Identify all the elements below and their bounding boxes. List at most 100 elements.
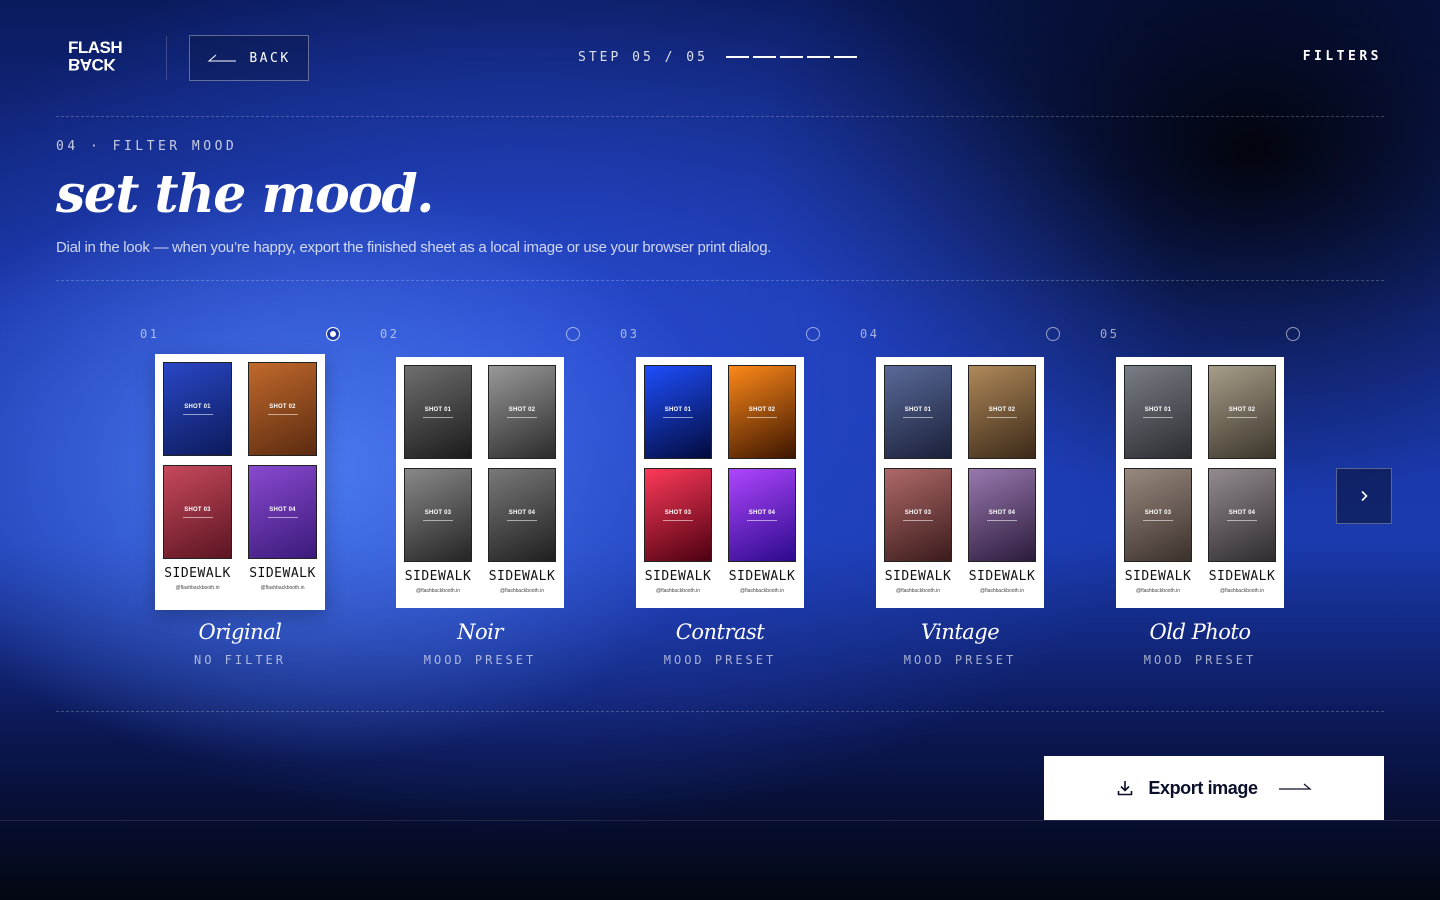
header-divider (166, 36, 167, 80)
shot-label: SHOT 03 (424, 509, 452, 516)
sheet-shot: SHOT 01 (1122, 363, 1194, 461)
sheet-handle: @flashbackbooth.in (1220, 588, 1264, 594)
sheet-grid: SHOT 01 SHOT 02 SHOT 03 SHOT 04 (642, 363, 798, 564)
export-button-label: Export image (1148, 777, 1258, 798)
sheet-footer-left: SIDEWALK @flashbackbooth.in (161, 566, 234, 591)
step-bar (725, 56, 749, 58)
shot-label: SHOT 03 (1144, 509, 1172, 516)
filter-number: 02 (380, 327, 400, 341)
shot-label: SHOT 01 (664, 406, 692, 413)
filter-number: 03 (620, 327, 640, 341)
shot-label: SHOT 04 (988, 509, 1016, 516)
shot-label: SHOT 04 (269, 506, 296, 513)
shot-label: SHOT 04 (748, 509, 776, 516)
sheet-footer-right: SIDEWALK @flashbackbooth.in (1206, 569, 1278, 594)
sheet-shot: SHOT 03 (882, 466, 954, 564)
filter-card-noir[interactable]: 02 SHOT 01 SHOT 02 SHOT 03 SHOT 04 SIDEW… (380, 320, 580, 680)
shot-label: SHOT 02 (1228, 406, 1256, 413)
carousel-next-button[interactable] (1336, 468, 1392, 524)
sheet-footer-left: SIDEWALK @flashbackbooth.in (402, 569, 474, 594)
filter-preview-sheet[interactable]: SHOT 01 SHOT 02 SHOT 03 SHOT 04 SIDEWALK… (155, 354, 325, 610)
shot-caption-line (267, 413, 298, 415)
filter-card-original[interactable]: 01 SHOT 01 SHOT 02 SHOT 03 SHOT 04 SIDEW… (140, 320, 340, 680)
sheet-brand: SIDEWALK (968, 569, 1036, 584)
sheet-shot: SHOT 02 (246, 360, 319, 458)
shot-caption-line (267, 516, 298, 518)
filter-preview-sheet[interactable]: SHOT 01 SHOT 02 SHOT 03 SHOT 04 SIDEWALK… (1116, 357, 1284, 608)
filter-radio[interactable] (806, 327, 820, 341)
sheet-brand: SIDEWALK (884, 569, 952, 584)
sheet-footer: SIDEWALK @flashbackbooth.in SIDEWALK @fl… (402, 569, 558, 594)
shot-caption-line (1143, 416, 1173, 418)
sheet-grid: SHOT 01 SHOT 02 SHOT 03 SHOT 04 (402, 363, 558, 564)
divider-top (56, 116, 1384, 117)
filter-preview-sheet[interactable]: SHOT 01 SHOT 02 SHOT 03 SHOT 04 SIDEWALK… (396, 357, 564, 608)
filter-name: Vintage (920, 620, 1000, 644)
step-bar (833, 56, 857, 58)
sheet-brand: SIDEWALK (404, 569, 472, 584)
sheet-brand: SIDEWALK (164, 566, 231, 581)
shot-label: SHOT 04 (508, 509, 536, 516)
back-button[interactable]: BACK (189, 35, 309, 81)
filter-card-vintage[interactable]: 04 SHOT 01 SHOT 02 SHOT 03 SHOT 04 SIDEW… (860, 320, 1060, 680)
filter-subtitle: MOOD PRESET (903, 653, 1017, 667)
shot-caption-line (423, 416, 453, 418)
sheet-handle: @flashbackbooth.in (500, 588, 544, 594)
sheet-footer-left: SIDEWALK @flashbackbooth.in (882, 569, 954, 594)
filter-preview-sheet[interactable]: SHOT 01 SHOT 02 SHOT 03 SHOT 04 SIDEWALK… (876, 357, 1044, 608)
sheet-footer-left: SIDEWALK @flashbackbooth.in (642, 569, 714, 594)
sheet-shot: SHOT 04 (966, 466, 1038, 564)
sheet-shot: SHOT 04 (1206, 466, 1278, 564)
sheet-footer-right: SIDEWALK @flashbackbooth.in (246, 566, 319, 591)
sheet-shot: SHOT 03 (642, 466, 714, 564)
sheet-handle: @flashbackbooth.in (656, 588, 700, 594)
sheet-shot: SHOT 03 (1122, 466, 1194, 564)
shot-caption-line (182, 413, 213, 415)
sheet-shot: SHOT 02 (486, 363, 558, 461)
sheet-shot: SHOT 04 (246, 463, 319, 561)
filter-radio[interactable] (1286, 327, 1300, 341)
shot-caption-line (423, 519, 453, 521)
chevron-right-icon (1361, 490, 1368, 502)
filter-radio[interactable] (326, 327, 340, 341)
filter-preview-sheet[interactable]: SHOT 01 SHOT 02 SHOT 03 SHOT 04 SIDEWALK… (636, 357, 804, 608)
sheet-footer: SIDEWALK @flashbackbooth.in SIDEWALK @fl… (1122, 569, 1278, 594)
export-image-button[interactable]: Export image (1044, 756, 1384, 820)
shot-caption-line (747, 519, 777, 521)
flashback-logo[interactable]: FLASH BACK (68, 39, 134, 74)
filter-name: Noir (457, 620, 503, 644)
step-text: STEP 05 / 05 (578, 49, 708, 65)
shot-label: SHOT 01 (424, 406, 452, 413)
shot-caption-line (987, 416, 1017, 418)
sheet-brand: SIDEWALK (644, 569, 712, 584)
shot-caption-line (747, 416, 777, 418)
sheet-grid: SHOT 01 SHOT 02 SHOT 03 SHOT 04 (1122, 363, 1278, 564)
filter-subtitle: MOOD PRESET (423, 653, 537, 667)
sheet-shot: SHOT 04 (726, 466, 798, 564)
sheet-handle: @flashbackbooth.in (980, 588, 1024, 594)
filter-card-contrast[interactable]: 03 SHOT 01 SHOT 02 SHOT 03 SHOT 04 SIDEW… (620, 320, 820, 680)
sheet-handle: @flashbackbooth.in (416, 588, 460, 594)
filter-card-old-photo[interactable]: 05 SHOT 01 SHOT 02 SHOT 03 SHOT 04 SIDEW… (1100, 320, 1300, 680)
filter-radio[interactable] (1046, 327, 1060, 341)
shot-label: SHOT 02 (748, 406, 776, 413)
section-eyebrow: 04 · FILTER MOOD (56, 139, 238, 154)
sheet-shot: SHOT 04 (486, 466, 558, 564)
filter-subtitle: MOOD PRESET (663, 653, 777, 667)
sheet-shot: SHOT 02 (1206, 363, 1278, 461)
filter-subtitle: MOOD PRESET (1143, 653, 1257, 667)
sheet-handle: @flashbackbooth.in (896, 588, 940, 594)
shot-caption-line (1143, 519, 1173, 521)
step-bar (806, 56, 830, 58)
filters-link[interactable]: FILTERS (1303, 49, 1382, 64)
shot-caption-line (1227, 519, 1257, 521)
sheet-brand: SIDEWALK (728, 569, 796, 584)
shot-caption-line (182, 516, 213, 518)
sheet-footer-right: SIDEWALK @flashbackbooth.in (966, 569, 1038, 594)
filter-radio[interactable] (566, 327, 580, 341)
sheet-footer-right: SIDEWALK @flashbackbooth.in (486, 569, 558, 594)
shot-caption-line (507, 519, 537, 521)
page-subtitle: Dial in the look — when you’re happy, ex… (56, 239, 772, 256)
filter-number: 04 (860, 327, 880, 341)
shot-label: SHOT 04 (1228, 509, 1256, 516)
